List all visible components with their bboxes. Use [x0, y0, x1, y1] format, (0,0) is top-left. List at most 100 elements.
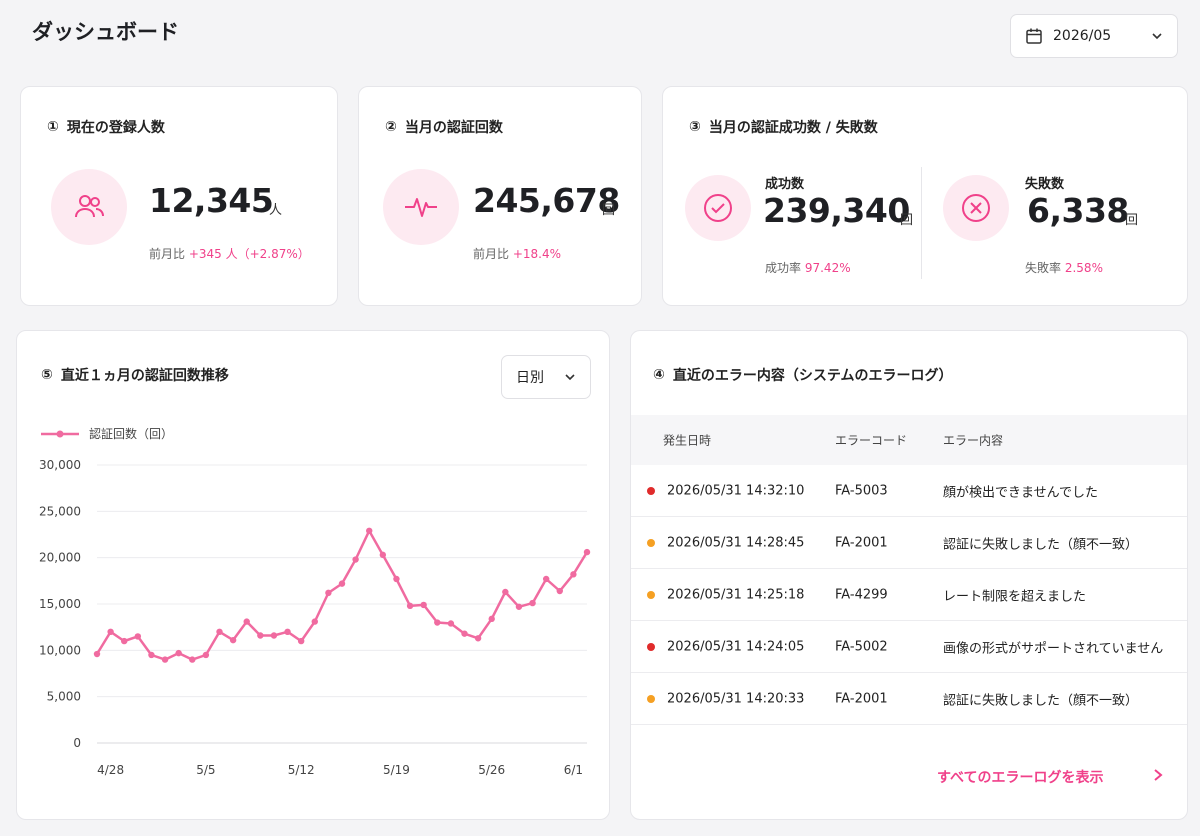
column-message: エラー内容 [943, 433, 1004, 448]
data-point [556, 587, 563, 595]
card-title: ③ 当月の認証成功数 / 失敗数 [689, 117, 878, 137]
y-tick-label: 20,000 [39, 551, 81, 565]
error-message: レート制限を超えました [943, 589, 1087, 604]
data-point [189, 656, 196, 663]
table-row[interactable]: 2026/05/31 14:32:10 FA-5003 顔が検出できませんでした [631, 465, 1187, 517]
pulse-icon-circle [383, 169, 459, 245]
card-title: ② 当月の認証回数 [385, 117, 503, 137]
failure-unit: 回 [1125, 213, 1139, 228]
compare-label: 前月比 [473, 247, 510, 261]
failure-rate-value: 2.58% [1064, 261, 1103, 275]
data-point [529, 599, 536, 607]
auth-result-card: ③ 当月の認証成功数 / 失敗数 成功数 239,340 回 成功率 97.42… [662, 86, 1188, 306]
table-row[interactable]: 2026/05/31 14:24:05 FA-5002 画像の形式がサポートされてい… [631, 621, 1187, 673]
month-select-value: 2026/05 [1053, 28, 1112, 44]
data-point [583, 548, 591, 556]
card-title-text: 当月の認証回数 [404, 120, 503, 136]
y-tick-label: 5,000 [47, 690, 81, 704]
x-tick-label: 5/19 [383, 763, 410, 777]
data-point [488, 615, 495, 623]
success-rate-value: 97.42% [804, 261, 851, 275]
failure-value: 6,338 [1027, 191, 1129, 230]
table-row[interactable]: 2026/05/31 14:25:18 FA-4299 レート制限を超えました [631, 569, 1187, 621]
error-status-dot [647, 486, 655, 495]
data-point [461, 630, 468, 637]
failure-icon-circle [943, 175, 1009, 241]
error-code: FA-5003 [835, 483, 888, 498]
data-point [243, 618, 250, 625]
data-point [229, 636, 237, 644]
users-icon-circle [51, 169, 127, 245]
data-point [434, 619, 441, 626]
month-select[interactable]: 2026/05 [1010, 14, 1178, 58]
data-point [338, 580, 346, 587]
compare-value: +18.4% [512, 247, 562, 261]
warning-status-dot [647, 590, 655, 599]
error-message: 画像の形式がサポートされていません [943, 641, 1164, 656]
table-header: 発生日時 エラーコード エラー内容 [631, 415, 1187, 465]
data-point [393, 575, 400, 583]
data-point [515, 603, 523, 610]
data-point [366, 527, 373, 534]
success-rate: 成功率 97.42% [765, 259, 851, 276]
data-point [175, 649, 182, 657]
card-number: ① [47, 119, 59, 135]
data-point [420, 601, 427, 609]
warning-status-dot [647, 538, 655, 547]
data-point [107, 628, 114, 635]
error-code: FA-2001 [835, 691, 888, 706]
check-circle-icon [704, 194, 732, 222]
data-point [352, 556, 359, 563]
data-point [311, 618, 318, 625]
auth-count-card: ② 当月の認証回数 245,678 回 前月比 +18.4% [358, 86, 642, 306]
auth-count-compare: 前月比 +18.4% [473, 245, 561, 262]
x-tick-label: 5/12 [288, 763, 315, 777]
data-point [284, 628, 291, 635]
card-number: ③ [689, 119, 701, 135]
data-point [406, 602, 414, 610]
error-code: FA-2001 [835, 535, 888, 550]
pulse-icon [405, 198, 437, 217]
error-log-card: ④ 直近のエラー内容（システムのエラーログ） 発生日時 エラーコード エラー内容… [630, 330, 1188, 820]
data-point [502, 588, 509, 596]
success-icon-circle [685, 175, 751, 241]
registered-count: 12,345 [149, 181, 274, 220]
error-datetime: 2026/05/31 14:28:45 [667, 535, 805, 550]
users-icon [75, 195, 104, 218]
y-tick-label: 25,000 [39, 504, 81, 518]
registered-unit: 人 [269, 203, 283, 218]
y-tick-label: 10,000 [39, 643, 81, 657]
error-code: FA-4299 [835, 587, 888, 602]
x-tick-label: 6/1 [564, 763, 583, 777]
data-point [257, 632, 264, 639]
error-datetime: 2026/05/31 14:25:18 [667, 587, 805, 602]
page-title: ダッシュボード [32, 20, 179, 44]
chevron-down-icon [1152, 33, 1162, 40]
chevron-right-icon[interactable] [1151, 767, 1165, 783]
data-point [379, 551, 387, 559]
y-tick-label: 30,000 [39, 458, 81, 472]
success-unit: 回 [900, 213, 914, 228]
data-point [216, 628, 223, 635]
data-point [93, 650, 101, 658]
failure-label: 失敗数 [1025, 177, 1065, 192]
x-tick-label: 5/26 [478, 763, 505, 777]
warning-status-dot [647, 694, 655, 703]
table-row[interactable]: 2026/05/31 14:20:33 FA-2001 認証に失敗しました（顔不一致… [631, 673, 1187, 725]
data-point [474, 635, 482, 642]
card-number: ② [385, 119, 397, 135]
error-status-dot [647, 642, 655, 651]
error-code: FA-5002 [835, 639, 888, 654]
data-point [325, 589, 332, 597]
card-number: ④ [653, 367, 665, 383]
table-row[interactable]: 2026/05/31 14:28:45 FA-2001 認証に失敗しました（顔不一致… [631, 517, 1187, 569]
success-rate-label: 成功率 [765, 261, 802, 275]
success-label: 成功数 [765, 177, 805, 192]
auth-count-unit: 回 [602, 203, 616, 218]
x-tick-label: 5/5 [196, 763, 215, 777]
data-point [447, 620, 455, 627]
data-point [270, 632, 278, 639]
error-datetime: 2026/05/31 14:24:05 [667, 639, 805, 654]
registered-users-card: ① 現在の登録人数 12,345 人 前月比 +345 人（+2.87%） [20, 86, 338, 306]
view-all-errors-link[interactable]: すべてのエラーログを表示 [937, 767, 1103, 787]
